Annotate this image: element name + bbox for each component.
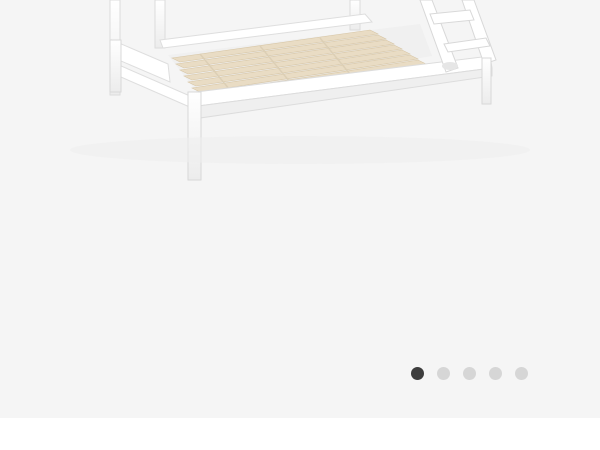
carousel-dot-2[interactable] [437,367,450,380]
content-panel [0,418,600,450]
bunk-bed-image [70,0,530,181]
carousel-pagination [411,367,528,380]
product-image-gallery[interactable] [0,0,600,418]
carousel-dot-3[interactable] [463,367,476,380]
carousel-dot-1[interactable] [411,367,424,380]
carousel-dot-5[interactable] [515,367,528,380]
carousel-dot-4[interactable] [489,367,502,380]
